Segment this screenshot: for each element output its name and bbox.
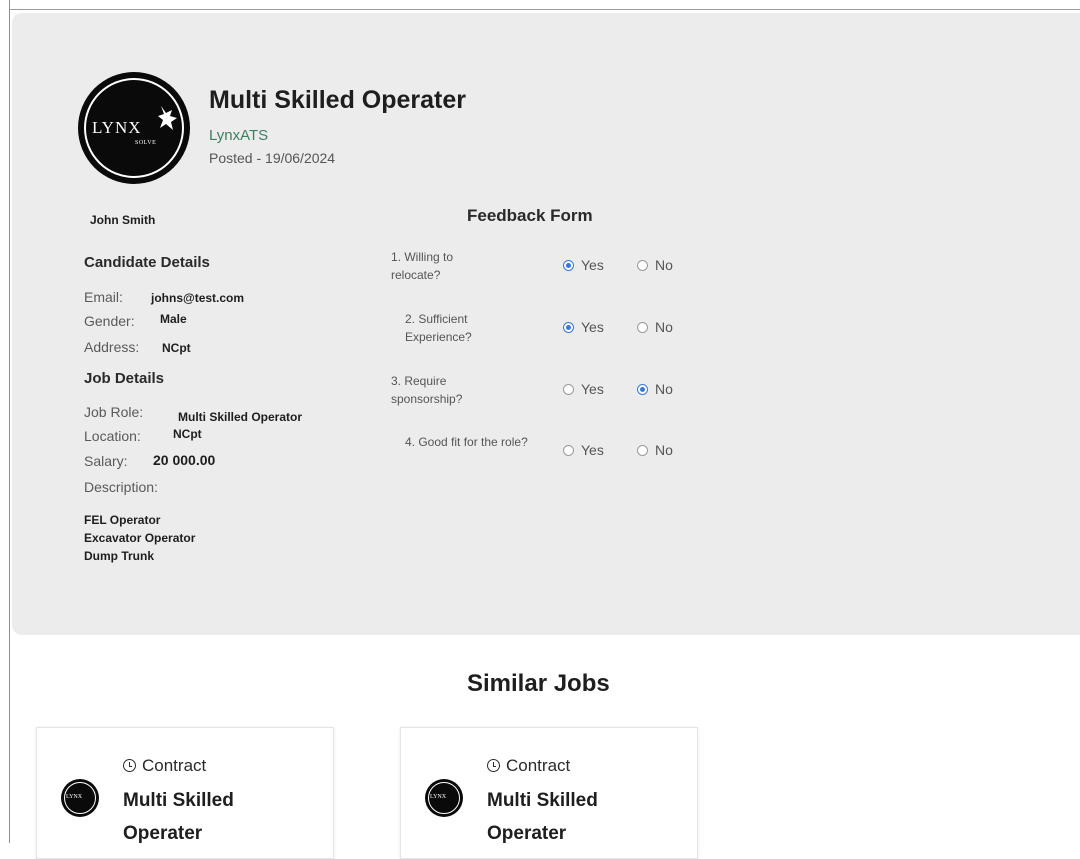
q1-no-option[interactable]: No — [637, 257, 673, 273]
description-line: Dump Trunk — [84, 549, 155, 563]
job-role-value: Multi Skilled Operator — [178, 410, 303, 424]
company-logo-icon: LYNX — [425, 779, 463, 817]
q2-yes-radio[interactable] — [563, 322, 574, 333]
q3-yes-option[interactable]: Yes — [563, 381, 604, 397]
q4-no-option[interactable]: No — [637, 442, 673, 458]
feedback-question-2: 2. Sufficient Experience? — [405, 312, 472, 344]
q3-yes-radio[interactable] — [563, 384, 574, 395]
candidate-details-heading: Candidate Details — [84, 254, 210, 271]
logo-text: LYNX — [92, 118, 142, 137]
window-left-border — [9, 0, 10, 843]
feedback-question-4: 4. Good fit for the role? — [405, 435, 528, 449]
job-title: Multi Skilled Operater — [209, 86, 467, 114]
q2-no-radio[interactable] — [637, 322, 648, 333]
feedback-question-3: 3. Require sponsorship? — [391, 374, 463, 406]
email-label: Email: — [84, 289, 123, 305]
similar-job-card[interactable]: LYNX Contract Multi Skilled Operater — [36, 727, 334, 859]
q3-no-option[interactable]: No — [637, 381, 673, 397]
similar-job-card[interactable]: LYNX Contract Multi Skilled Operater — [400, 727, 698, 859]
q1-yes-option[interactable]: Yes — [563, 257, 604, 273]
gender-label: Gender: — [84, 313, 135, 329]
salary-label: Salary: — [84, 453, 128, 469]
feedback-form-title: Feedback Form — [467, 206, 593, 225]
q2-yes-option[interactable]: Yes — [563, 319, 604, 335]
lynx-head-icon — [158, 106, 177, 130]
address-label: Address: — [84, 339, 140, 355]
gender-value: Male — [160, 312, 187, 326]
company-name: LynxATS — [209, 127, 269, 144]
clock-icon — [487, 759, 500, 772]
address-value: NCpt — [162, 341, 191, 355]
candidate-name: John Smith — [90, 213, 156, 227]
q4-yes-radio[interactable] — [563, 445, 574, 456]
q4-yes-option[interactable]: Yes — [563, 442, 604, 458]
description-line: FEL Operator — [84, 513, 161, 527]
feedback-question-1: 1. Willing to relocate? — [391, 250, 454, 282]
description-line: Excavator Operator — [84, 531, 196, 545]
location-label: Location: — [84, 428, 141, 444]
salary-value: 20 000.00 — [153, 452, 216, 468]
q3-no-radio[interactable] — [637, 384, 648, 395]
clock-icon — [123, 759, 136, 772]
logo-subtext: SOLVE — [135, 140, 157, 146]
job-details-heading: Job Details — [84, 370, 165, 387]
logo-text: LYNX — [430, 794, 447, 800]
q1-no-radio[interactable] — [637, 260, 648, 271]
job-type-label: Contract — [123, 756, 206, 776]
job-role-label: Job Role: — [84, 404, 144, 420]
company-logo-icon: LYNX SOLVE — [78, 72, 190, 184]
similar-job-title[interactable]: Multi Skilled Operater — [123, 784, 303, 850]
posted-date: Posted - 19/06/2024 — [209, 150, 336, 166]
q2-no-option[interactable]: No — [637, 319, 673, 335]
logo-text: LYNX — [66, 794, 83, 800]
q1-yes-radio[interactable] — [563, 260, 574, 271]
email-value: johns@test.com — [151, 291, 245, 305]
window-top-border — [9, 9, 1080, 10]
job-type-label: Contract — [487, 756, 570, 776]
location-value: NCpt — [173, 427, 202, 441]
description-label: Description: — [84, 479, 158, 495]
q4-no-radio[interactable] — [637, 445, 648, 456]
company-logo-icon: LYNX — [61, 779, 99, 817]
similar-jobs-heading: Similar Jobs — [467, 670, 610, 697]
similar-job-title[interactable]: Multi Skilled Operater — [487, 784, 667, 850]
